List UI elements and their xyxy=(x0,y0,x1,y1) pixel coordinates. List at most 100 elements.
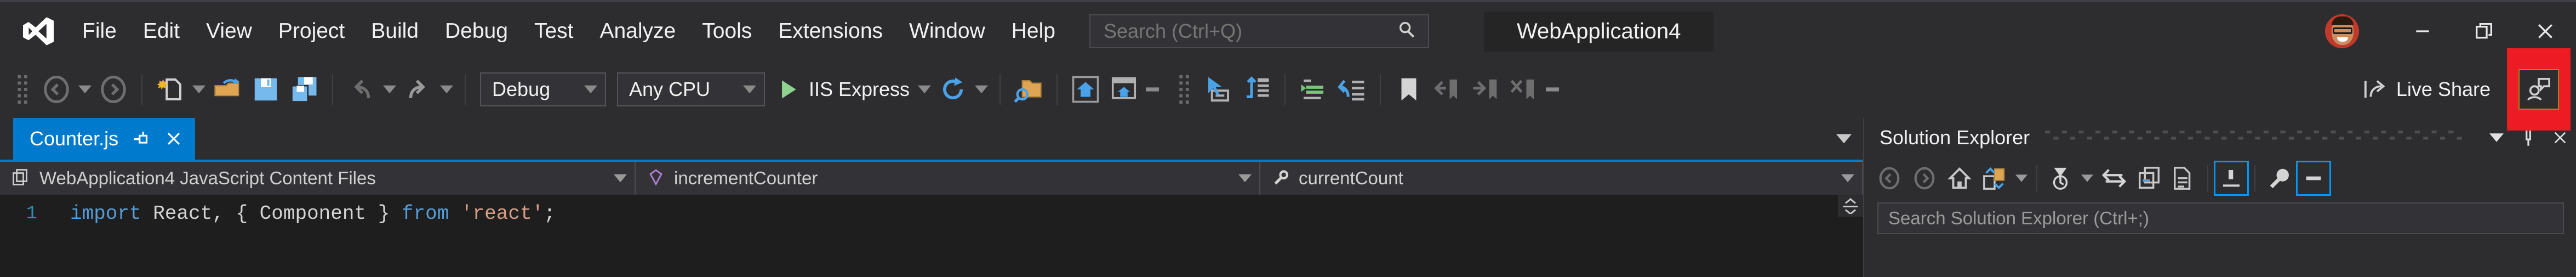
pin-icon[interactable] xyxy=(133,129,151,148)
se-collapse-all-button[interactable] xyxy=(2132,161,2167,196)
open-file-button[interactable] xyxy=(208,69,247,110)
comment-lines-icon xyxy=(1301,79,1324,99)
split-view-handle[interactable] xyxy=(1838,195,1863,217)
redo-button[interactable] xyxy=(399,69,437,110)
open-file-icon xyxy=(214,78,240,96)
menu-item-tools[interactable]: Tools xyxy=(689,1,765,61)
toolbar-separator xyxy=(999,74,1001,105)
code-editor[interactable]: 1 import React, { Component } from 'reac… xyxy=(0,195,1863,277)
navigate-back-button[interactable] xyxy=(37,69,76,110)
se-pending-changes-filter-button[interactable] xyxy=(2043,161,2078,196)
undo-dropdown[interactable] xyxy=(380,69,399,110)
chevron-down-icon xyxy=(975,85,989,93)
menu-item-view[interactable]: View xyxy=(193,1,265,61)
se-properties-button[interactable] xyxy=(2261,161,2296,196)
uncomment-lines-button[interactable] xyxy=(1333,69,1371,110)
editor-tabstrip: Counter.js xyxy=(0,118,1863,160)
se-switch-views-button[interactable] xyxy=(2097,161,2132,196)
browser-preview-button[interactable] xyxy=(1105,69,1143,110)
toolbar-grip[interactable] xyxy=(15,74,30,105)
navbar-member-combo[interactable]: incrementCounter xyxy=(636,162,1260,195)
menu-item-extensions[interactable]: Extensions xyxy=(765,1,896,61)
toggle-bookmark-button[interactable] xyxy=(1390,69,1428,110)
restore-button[interactable] xyxy=(2453,1,2515,61)
menu-item-file[interactable]: File xyxy=(69,1,130,61)
menu-item-window[interactable]: Window xyxy=(896,1,998,61)
clear-bookmarks-button[interactable] xyxy=(1505,69,1543,110)
toolbar-grip[interactable] xyxy=(1177,74,1191,105)
navbar-project-combo[interactable]: WebApplication4 JavaScript Content Files xyxy=(0,162,636,195)
select-element-button[interactable] xyxy=(1199,69,1237,110)
redo-dropdown[interactable] xyxy=(437,69,456,110)
search-icon xyxy=(1397,21,1416,42)
comment-lines-button[interactable] xyxy=(1294,69,1333,110)
tabstrip-spacer xyxy=(195,118,1825,160)
solution-platform-combo[interactable]: Any CPU xyxy=(617,72,765,106)
se-sync-dropdown[interactable] xyxy=(2012,161,2031,196)
se-collapse-pane-button[interactable] xyxy=(2296,161,2331,196)
solution-configuration-combo[interactable]: Debug xyxy=(480,72,606,106)
navbar-property-combo[interactable]: currentCount xyxy=(1260,162,1863,195)
quick-launch-search[interactable] xyxy=(1089,14,1429,48)
search-input[interactable] xyxy=(1090,20,1375,43)
undo-button[interactable] xyxy=(342,69,380,110)
se-home-button[interactable] xyxy=(1942,161,1977,196)
minimize-button[interactable] xyxy=(2392,1,2453,61)
live-share-button[interactable]: Live Share xyxy=(2355,69,2499,110)
refresh-dropdown[interactable] xyxy=(972,69,991,110)
close-icon[interactable] xyxy=(164,129,183,148)
start-debugging-dropdown[interactable] xyxy=(915,69,934,110)
feedback-highlight-box xyxy=(2507,48,2571,131)
menu-item-help[interactable]: Help xyxy=(998,1,1069,61)
live-share-icon xyxy=(2364,80,2385,98)
menu-item-edit[interactable]: Edit xyxy=(130,1,193,61)
minimize-icon xyxy=(2416,30,2429,32)
menu-item-debug[interactable]: Debug xyxy=(432,1,521,61)
editor-tab-counter-js[interactable]: Counter.js xyxy=(13,118,196,160)
browser-preview-icon xyxy=(1112,77,1136,99)
code-content[interactable]: import React, { Component } from 'react'… xyxy=(44,195,1863,277)
save-button[interactable] xyxy=(247,69,285,110)
browser-preview-dropdown[interactable] xyxy=(1143,69,1162,110)
sync-with-active-document-icon xyxy=(1983,167,2005,190)
editor-tab-label: Counter.js xyxy=(30,127,119,150)
property-icon xyxy=(1271,168,1290,189)
se-filter-dropdown[interactable] xyxy=(2078,161,2097,196)
tab-overflow-button[interactable] xyxy=(1825,118,1863,160)
chevron-down-icon xyxy=(2081,174,2093,182)
menu-item-project[interactable]: Project xyxy=(265,1,358,61)
visual-studio-window: File Edit View Project Build Debug Test … xyxy=(0,0,2576,277)
se-sync-with-active-document-button[interactable] xyxy=(1977,161,2012,196)
se-preview-selected-items-button[interactable] xyxy=(2214,161,2249,196)
new-file-dropdown[interactable] xyxy=(190,69,208,110)
user-avatar[interactable] xyxy=(2325,14,2359,48)
solution-explorer-panel: Solution Explorer Search Solution Explor… xyxy=(1863,118,2576,277)
find-in-files-button[interactable] xyxy=(1009,69,1048,110)
panel-drag-dots[interactable] xyxy=(2045,131,2465,145)
menu-item-build[interactable]: Build xyxy=(358,1,432,61)
home-button[interactable] xyxy=(1066,69,1105,110)
save-all-button[interactable] xyxy=(285,69,323,110)
chevron-down-icon xyxy=(584,85,597,93)
new-file-button[interactable] xyxy=(151,69,190,110)
window-layout-button[interactable] xyxy=(1237,69,1276,110)
pending-changes-filter-icon xyxy=(2053,167,2068,190)
title-bar: File Edit View Project Build Debug Test … xyxy=(0,0,2576,60)
navigate-forward-button[interactable] xyxy=(94,69,133,110)
se-navigate-back-button[interactable] xyxy=(1872,161,1907,196)
refresh-button[interactable] xyxy=(934,69,972,110)
send-feedback-button[interactable] xyxy=(2518,69,2559,110)
se-show-all-files-button[interactable] xyxy=(2167,161,2202,196)
navigate-back-dropdown[interactable] xyxy=(76,69,94,110)
next-bookmark-button[interactable] xyxy=(1466,69,1505,110)
main-area: Counter.js WebApplication4 JavaScript Co… xyxy=(0,118,2576,277)
menu-item-analyze[interactable]: Analyze xyxy=(586,1,689,61)
menu-item-test[interactable]: Test xyxy=(521,1,587,61)
toolbar-overflow[interactable] xyxy=(1543,69,1562,110)
toolbar-separator xyxy=(1056,74,1058,105)
solution-explorer-search[interactable]: Search Solution Explorer (Ctrl+;) xyxy=(1877,202,2564,234)
start-debugging-button[interactable]: IIS Express xyxy=(770,69,915,110)
se-navigate-forward-button[interactable] xyxy=(1907,161,1942,196)
properties-icon xyxy=(2270,168,2289,189)
previous-bookmark-button[interactable] xyxy=(1428,69,1466,110)
